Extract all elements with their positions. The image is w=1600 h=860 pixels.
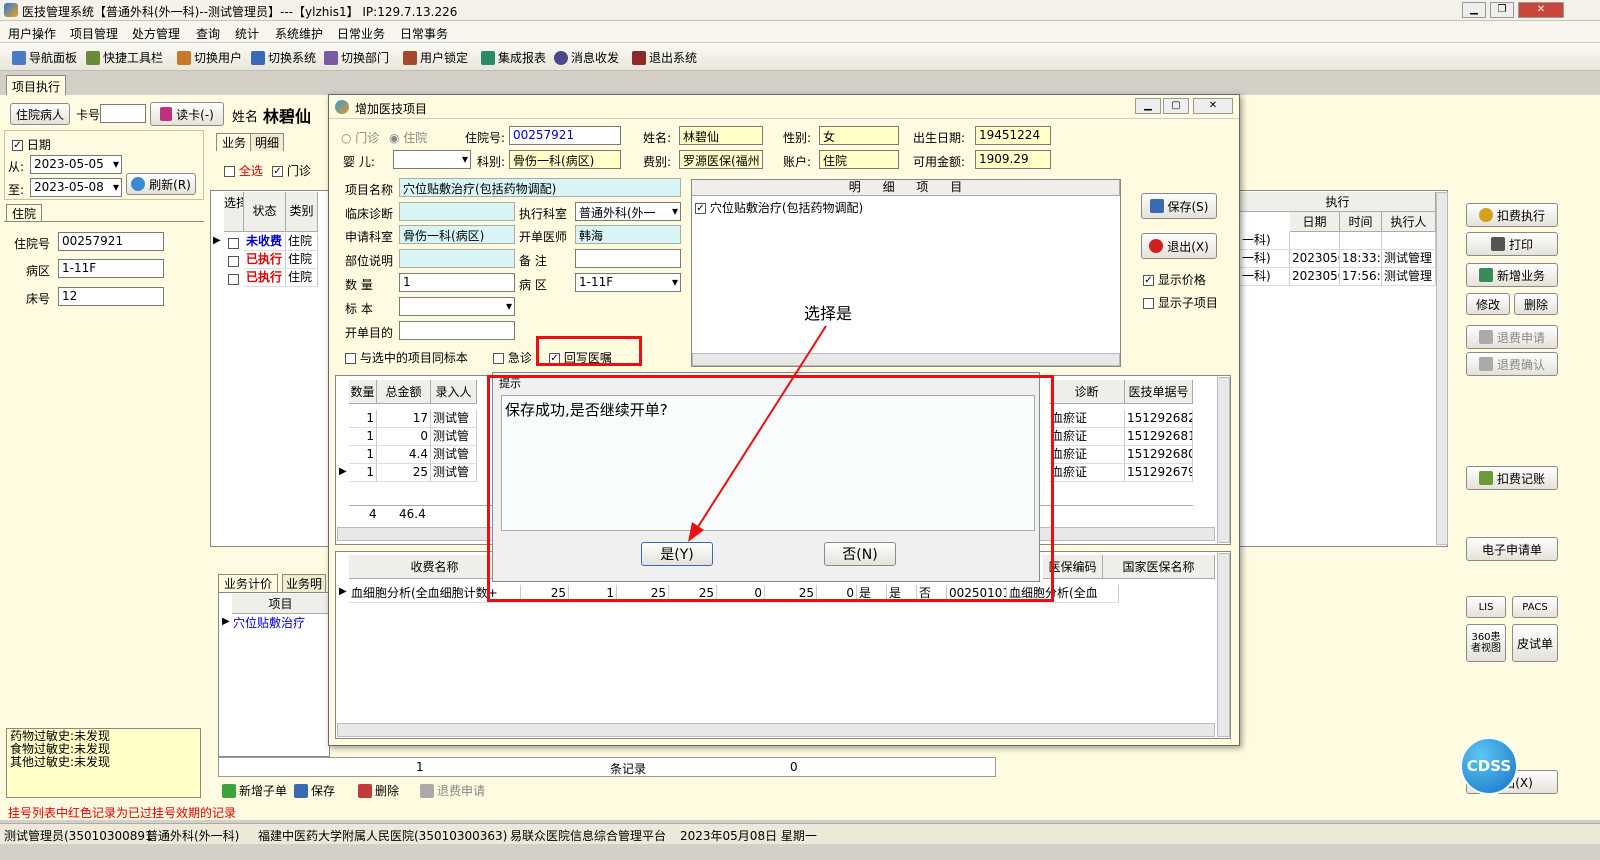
annotation-arrow <box>688 325 827 542</box>
